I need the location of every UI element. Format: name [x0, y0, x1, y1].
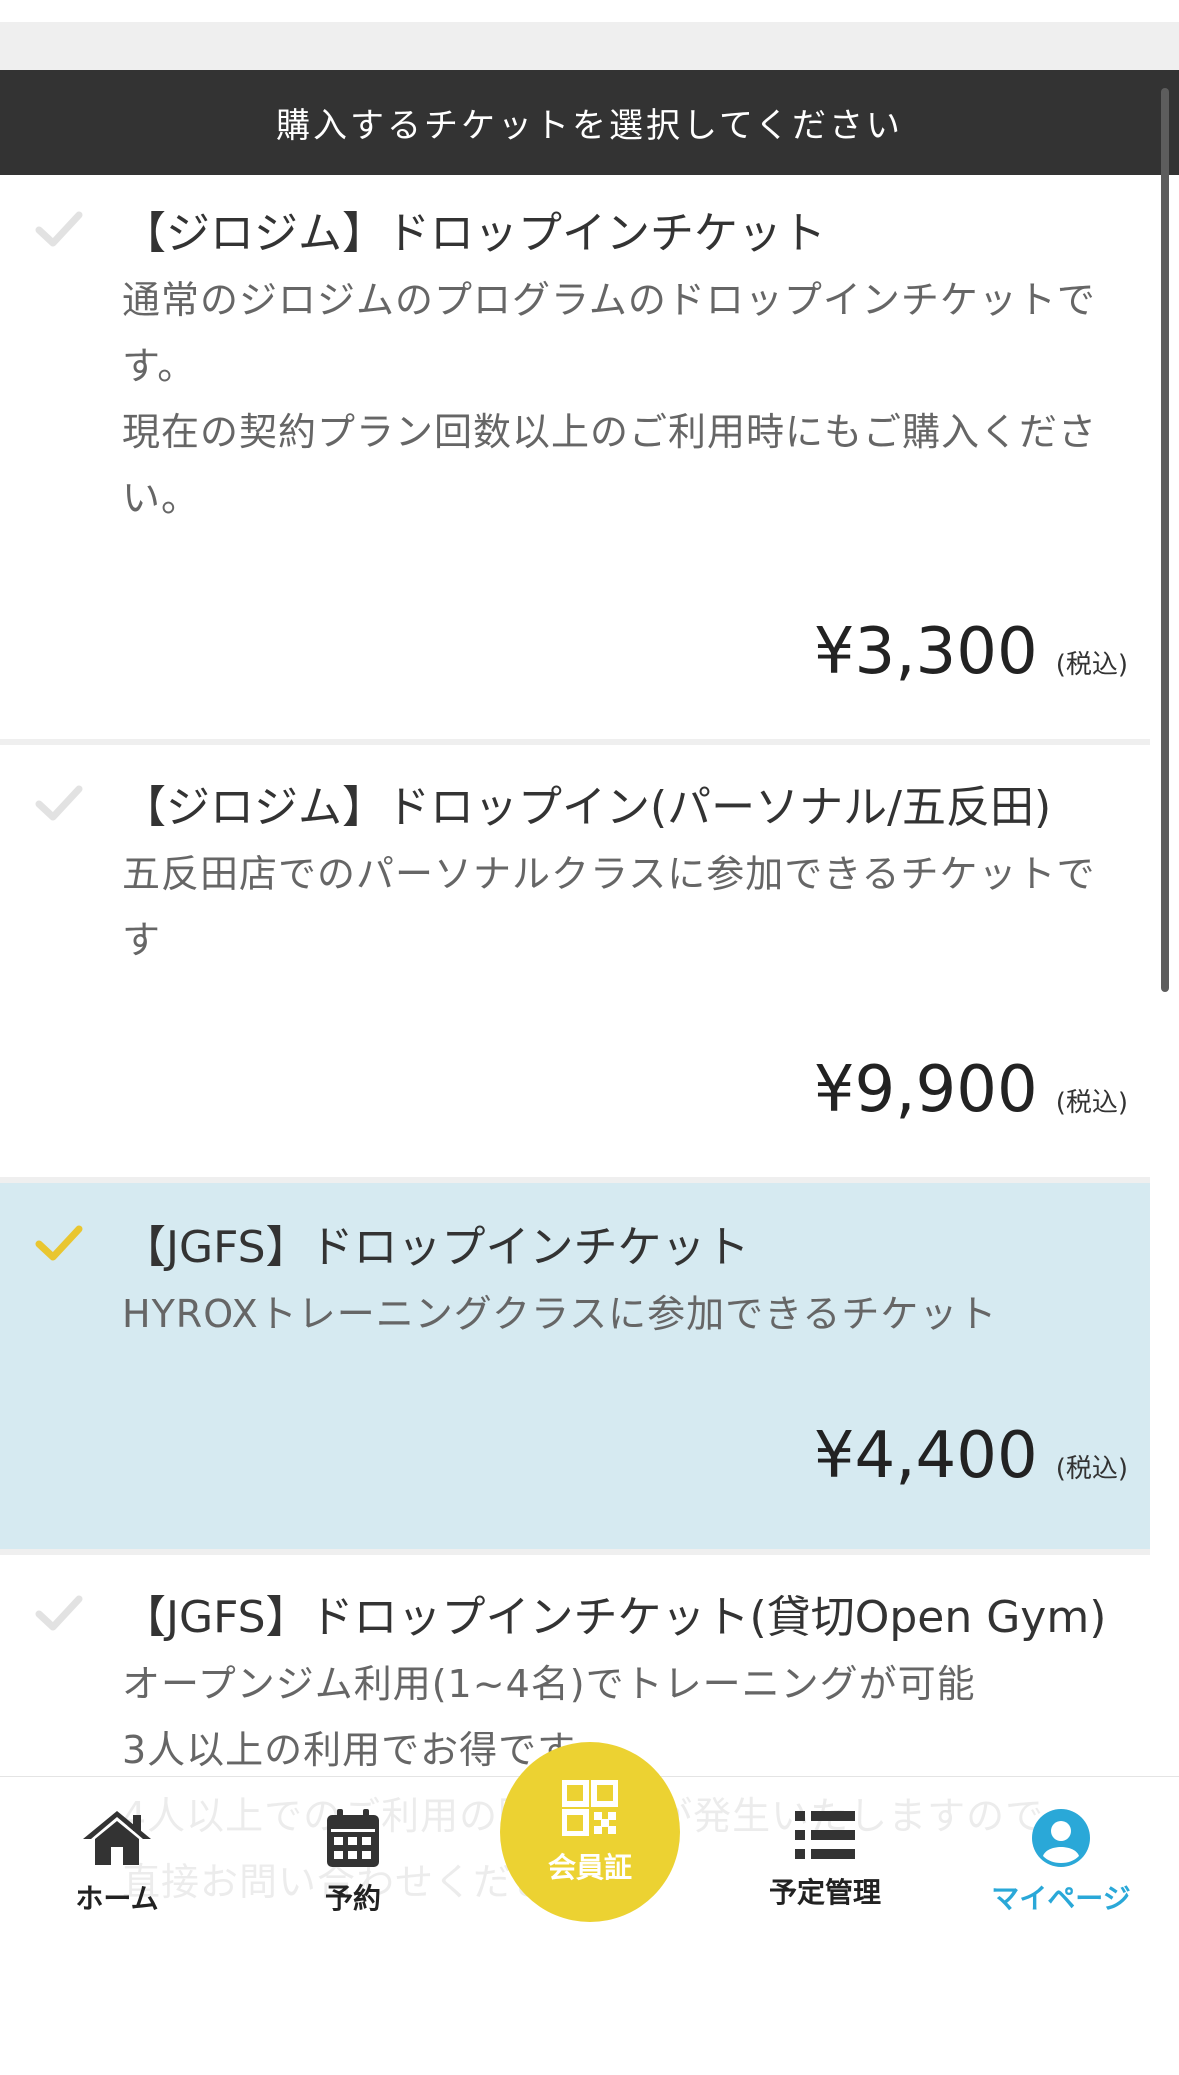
user-icon	[1032, 1809, 1090, 1867]
ticket-description-text: 五反田店でのパーソナルクラスに参加できるチケットです	[122, 852, 1096, 962]
ticket-title: 【ジロジム】ドロップインチケット	[122, 208, 826, 259]
ticket-item-selected[interactable]: 【JGFS】ドロップインチケット HYROXトレーニングクラスに参加できるチケッ…	[0, 1183, 1150, 1555]
page-title: 購入するチケットを選択してください	[276, 106, 903, 146]
ticket-description: 通常のジロジムのプログラムのドロップインチケットです。 現在の契約プラン回数以上…	[122, 267, 1112, 531]
member-card-button[interactable]: 会員証	[500, 1742, 680, 1922]
price-tax-note: (税込)	[1055, 650, 1128, 680]
ticket-description: HYROXトレーニングクラスに参加できるチケット	[122, 1281, 1112, 1347]
check-icon	[34, 783, 84, 823]
ticket-price: ¥9,900 (税込)	[814, 1053, 1128, 1127]
page-header: 購入するチケットを選択してください	[0, 70, 1179, 175]
nav-reserve[interactable]: 予約	[278, 1807, 428, 1917]
ticket-description: 五反田店でのパーソナルクラスに参加できるチケットです	[122, 841, 1112, 973]
nav-reserve-label: 予約	[324, 1882, 381, 1915]
ticket-description-text: 通常のジロジムのプログラムのドロップインチケットです。 現在の契約プラン回数以上…	[122, 278, 1098, 520]
nav-home-label: ホーム	[75, 1882, 159, 1915]
scrollbar[interactable]	[1161, 88, 1169, 992]
ticket-title: 【ジロジム】ドロップイン(パーソナル/五反田)	[122, 782, 1052, 833]
price-tax-note: (税込)	[1055, 1454, 1128, 1484]
check-icon	[34, 1223, 84, 1263]
nav-schedule-label: 予定管理	[768, 1876, 881, 1909]
list-icon	[795, 1811, 855, 1859]
status-area	[0, 0, 1179, 22]
price-tax-note: (税込)	[1055, 1088, 1128, 1118]
home-icon	[83, 1811, 151, 1865]
member-card-label: 会員証	[547, 1851, 632, 1884]
qr-code-icon	[562, 1780, 618, 1836]
check-icon	[34, 1593, 84, 1633]
price-value: ¥9,900	[813, 1053, 1038, 1127]
check-icon	[34, 209, 84, 249]
ticket-description-text: HYROXトレーニングクラスに参加できるチケット	[122, 1292, 998, 1336]
ticket-title: 【JGFS】ドロップインチケット	[122, 1222, 750, 1273]
nav-schedule[interactable]: 予定管理	[750, 1807, 900, 1911]
top-spacer	[0, 22, 1179, 70]
nav-mypage-label: マイページ	[991, 1882, 1131, 1915]
nav-mypage[interactable]: マイページ	[986, 1807, 1136, 1917]
ticket-item[interactable]: 【ジロジム】ドロップイン(パーソナル/五反田) 五反田店でのパーソナルクラスに参…	[0, 745, 1150, 1183]
ticket-title: 【JGFS】ドロップインチケット(貸切Open Gym)	[122, 1592, 1107, 1643]
price-value: ¥3,300	[813, 615, 1038, 689]
ticket-item[interactable]: 【ジロジム】ドロップインチケット 通常のジロジムのプログラムのドロップインチケッ…	[0, 175, 1150, 745]
price-value: ¥4,400	[813, 1419, 1038, 1493]
nav-home[interactable]: ホーム	[42, 1807, 192, 1917]
ticket-price: ¥3,300 (税込)	[814, 615, 1128, 689]
ticket-price: ¥4,400 (税込)	[814, 1419, 1128, 1493]
calendar-icon	[327, 1809, 379, 1867]
